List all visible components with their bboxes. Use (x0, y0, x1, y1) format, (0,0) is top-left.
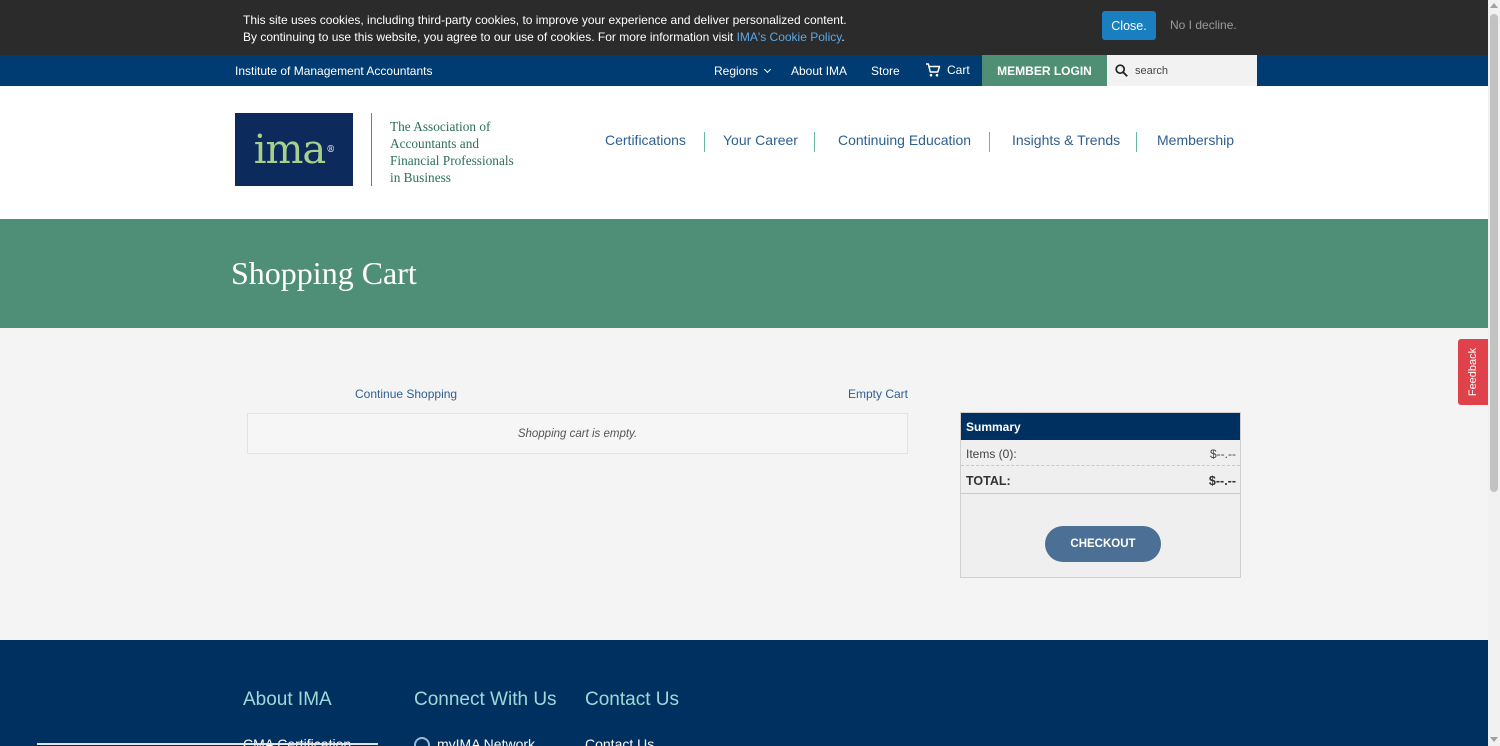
footer-contact-link[interactable]: Contact Us (585, 736, 654, 746)
store-link[interactable]: Store (871, 64, 900, 78)
nav-divider (814, 132, 815, 152)
nav-membership[interactable]: Membership (1157, 132, 1234, 148)
search-icon[interactable] (1115, 64, 1128, 77)
bottom-rule (37, 743, 378, 745)
nav-your-career[interactable]: Your Career (723, 132, 798, 148)
network-icon (414, 737, 430, 746)
nav-certifications[interactable]: Certifications (605, 132, 686, 148)
footer-network-link[interactable]: myIMA Network (414, 736, 535, 746)
divider (961, 493, 1240, 494)
page-title: Shopping Cart (231, 255, 417, 291)
chevron-down-icon (763, 65, 772, 74)
footer-about-heading: About IMA (243, 689, 332, 710)
cookie-close-button[interactable]: Close. (1102, 11, 1156, 40)
utility-bar: Institute of Management Accountants Regi… (0, 55, 1488, 86)
org-name: Institute of Management Accountants (235, 64, 433, 78)
cookie-line-2: By continuing to use this website, you a… (243, 29, 847, 46)
nav-divider (989, 132, 990, 152)
empty-cart-link[interactable]: Empty Cart (848, 387, 908, 401)
footer-network-label: myIMA Network (437, 736, 536, 746)
site-header: ima ® The Association of Accountants and … (0, 86, 1488, 219)
registered-mark: ® (326, 144, 335, 155)
nav-continuing-education[interactable]: Continuing Education (838, 132, 971, 148)
continue-shopping-link[interactable]: Continue Shopping (355, 387, 457, 401)
site-footer: About IMA Connect With Us Contact Us CMA… (0, 640, 1488, 746)
member-login-button[interactable]: MEMBER LOGIN (982, 55, 1107, 86)
feedback-tab[interactable]: Feedback (1458, 339, 1488, 405)
search-input[interactable] (1135, 64, 1245, 77)
scroll-thumb[interactable] (1490, 14, 1498, 492)
summary-title: Summary (961, 413, 1240, 440)
scroll-down-icon[interactable] (1490, 737, 1498, 742)
total-value: $--.-- (1208, 474, 1236, 488)
tagline-line: in Business (390, 170, 451, 185)
logo-divider (371, 113, 372, 186)
page-scrollbar[interactable] (1488, 0, 1500, 746)
tagline: The Association of Accountants and Finan… (390, 118, 550, 186)
summary-items-row: Items (0): $--.-- (966, 447, 1236, 461)
cart-label: Cart (947, 63, 970, 77)
footer-contact-heading: Contact Us (585, 689, 679, 710)
cart-items-panel: Shopping cart is empty. (247, 413, 908, 454)
cookie-line-1: This site uses cookies, including third-… (243, 13, 847, 27)
divider (961, 465, 1240, 466)
items-value: $--.-- (1210, 447, 1236, 461)
empty-cart-message: Shopping cart is empty. (517, 427, 638, 440)
tagline-line: The Association of (390, 119, 491, 134)
cookie-line-2-end: . (841, 29, 845, 44)
about-ima-link[interactable]: About IMA (791, 64, 847, 78)
cookie-banner: This site uses cookies, including third-… (0, 0, 1488, 55)
footer-connect-heading: Connect With Us (414, 689, 557, 710)
cookie-policy-link[interactable]: IMA's Cookie Policy (737, 30, 842, 44)
cookie-line-2-text: By continuing to use this website, you a… (243, 29, 737, 44)
cart-link[interactable]: Cart (925, 62, 970, 78)
cart-icon (926, 63, 941, 77)
regions-label: Regions (714, 64, 759, 78)
tagline-line: Accountants and (390, 136, 479, 151)
logo-text: ima (253, 126, 327, 173)
feedback-label: Feedback (1467, 347, 1479, 397)
checkout-button[interactable]: CHECKOUT (1045, 526, 1161, 562)
tagline-line: Financial Professionals (390, 153, 514, 168)
nav-insights-trends[interactable]: Insights & Trends (1012, 132, 1120, 148)
regions-menu[interactable]: Regions (714, 64, 772, 78)
total-label: TOTAL: (966, 474, 1011, 488)
items-label: Items (0): (966, 447, 1017, 461)
scroll-up-icon[interactable] (1490, 3, 1498, 8)
cookie-decline-link[interactable]: No I decline. (1170, 18, 1237, 32)
order-summary: Summary Items (0): $--.-- TOTAL: $--.-- … (960, 412, 1241, 578)
ima-logo[interactable]: ima ® (235, 113, 353, 186)
nav-divider (1136, 132, 1137, 152)
nav-divider (704, 132, 705, 152)
cookie-message: This site uses cookies, including third-… (243, 12, 847, 45)
search-box (1107, 55, 1257, 86)
page-banner: Shopping Cart (0, 219, 1488, 328)
summary-total-row: TOTAL: $--.-- (966, 474, 1236, 488)
